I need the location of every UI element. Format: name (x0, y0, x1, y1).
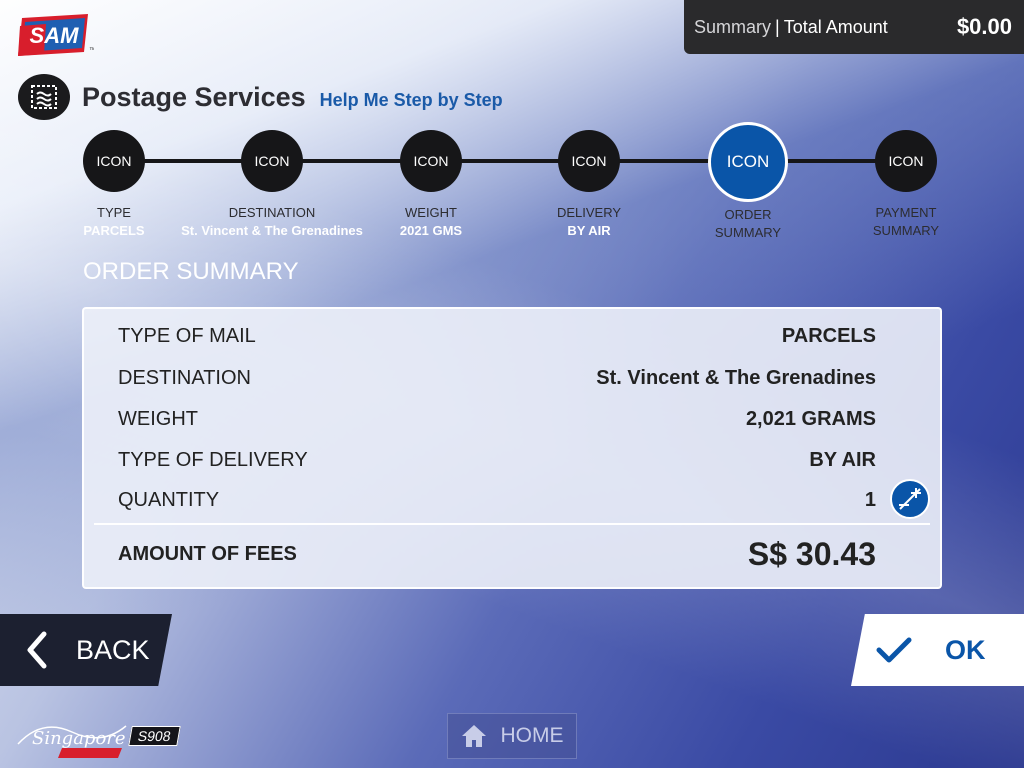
trademark: ™ (89, 47, 94, 54)
row-value: BY AIR (809, 448, 876, 471)
sam-logo: SAM ™ (18, 14, 94, 56)
checkmark-icon (876, 637, 912, 663)
row-value: St. Vincent & The Grenadines (596, 366, 876, 389)
ok-button[interactable]: OK (851, 614, 1024, 686)
summary-separator: | (775, 16, 780, 37)
total-amount-value: $0.00 (956, 14, 1012, 39)
stamp-icon (18, 74, 70, 120)
row-value: PARCELS (781, 324, 876, 347)
step-icon: ICON (708, 122, 788, 202)
step-icon: ICON (558, 130, 620, 192)
sam-logo-text: SAM (30, 23, 80, 48)
summary-row-fees: AMOUNT OF FEES S$ 30.43 (118, 535, 876, 572)
singapore-post-logo: Singapore POST (17, 725, 132, 758)
divider (94, 523, 930, 525)
fees-label: AMOUNT OF FEES (118, 542, 297, 565)
summary-bar[interactable]: Summary | Total Amount $0.00 (684, 0, 1024, 54)
step-payment-summary[interactable]: ICON PAYMENT SUMMARY (811, 122, 1001, 240)
step-icon: ICON (83, 130, 145, 192)
row-label: WEIGHT (118, 407, 198, 430)
row-label: TYPE OF DELIVERY (118, 448, 308, 471)
section-title: ORDER SUMMARY (83, 258, 299, 285)
summary-row-weight: WEIGHT 2,021 GRAMS (118, 404, 876, 434)
plus-minus-icon[interactable] (890, 479, 930, 519)
home-label: HOME (500, 724, 564, 747)
step-icon: ICON (241, 130, 303, 192)
back-button[interactable]: BACK (0, 614, 172, 686)
summary-row-destination: DESTINATION St. Vincent & The Grenadines (118, 363, 876, 393)
footer: Singapore POST S908 HOME (0, 700, 1024, 768)
order-summary-panel: TYPE OF MAIL PARCELS DESTINATION St. Vin… (82, 307, 942, 589)
home-icon (461, 725, 486, 747)
back-label: BACK (76, 634, 150, 665)
step-caption: PAYMENT (875, 205, 937, 220)
step-icon: ICON (400, 130, 462, 192)
singapore-post-logo-text: Singapore POST (32, 728, 132, 749)
page-title: Postage Services (82, 81, 306, 112)
summary-row-type-of-delivery: TYPE OF DELIVERY BY AIR (118, 445, 876, 475)
summary-row-quantity: QUANTITY 1 (118, 485, 876, 515)
step-icon: ICON (875, 130, 937, 192)
summary-label: Summary (694, 16, 772, 37)
summary-row-type-of-mail: TYPE OF MAIL PARCELS (118, 321, 876, 351)
total-amount-label: Total Amount (783, 16, 888, 37)
step-value: SUMMARY (872, 223, 940, 238)
kiosk-id: S908 (128, 726, 181, 746)
chevron-left-icon (27, 631, 47, 669)
row-label: QUANTITY (118, 488, 220, 511)
row-label: DESTINATION (118, 366, 251, 389)
fees-value: S$ 30.43 (747, 535, 876, 572)
page-header: Postage Services Help Me Step by Step (18, 74, 503, 120)
ok-label: OK (945, 634, 986, 665)
progress-stepper: ICON TYPE PARCELS ICON DESTINATION St. V… (80, 122, 950, 252)
row-value: 1 (864, 488, 876, 511)
help-link[interactable]: Help Me Step by Step (320, 90, 503, 111)
row-value: 2,021 GRAMS (745, 407, 876, 430)
home-button[interactable]: HOME (447, 713, 577, 759)
row-label: TYPE OF MAIL (118, 324, 256, 347)
